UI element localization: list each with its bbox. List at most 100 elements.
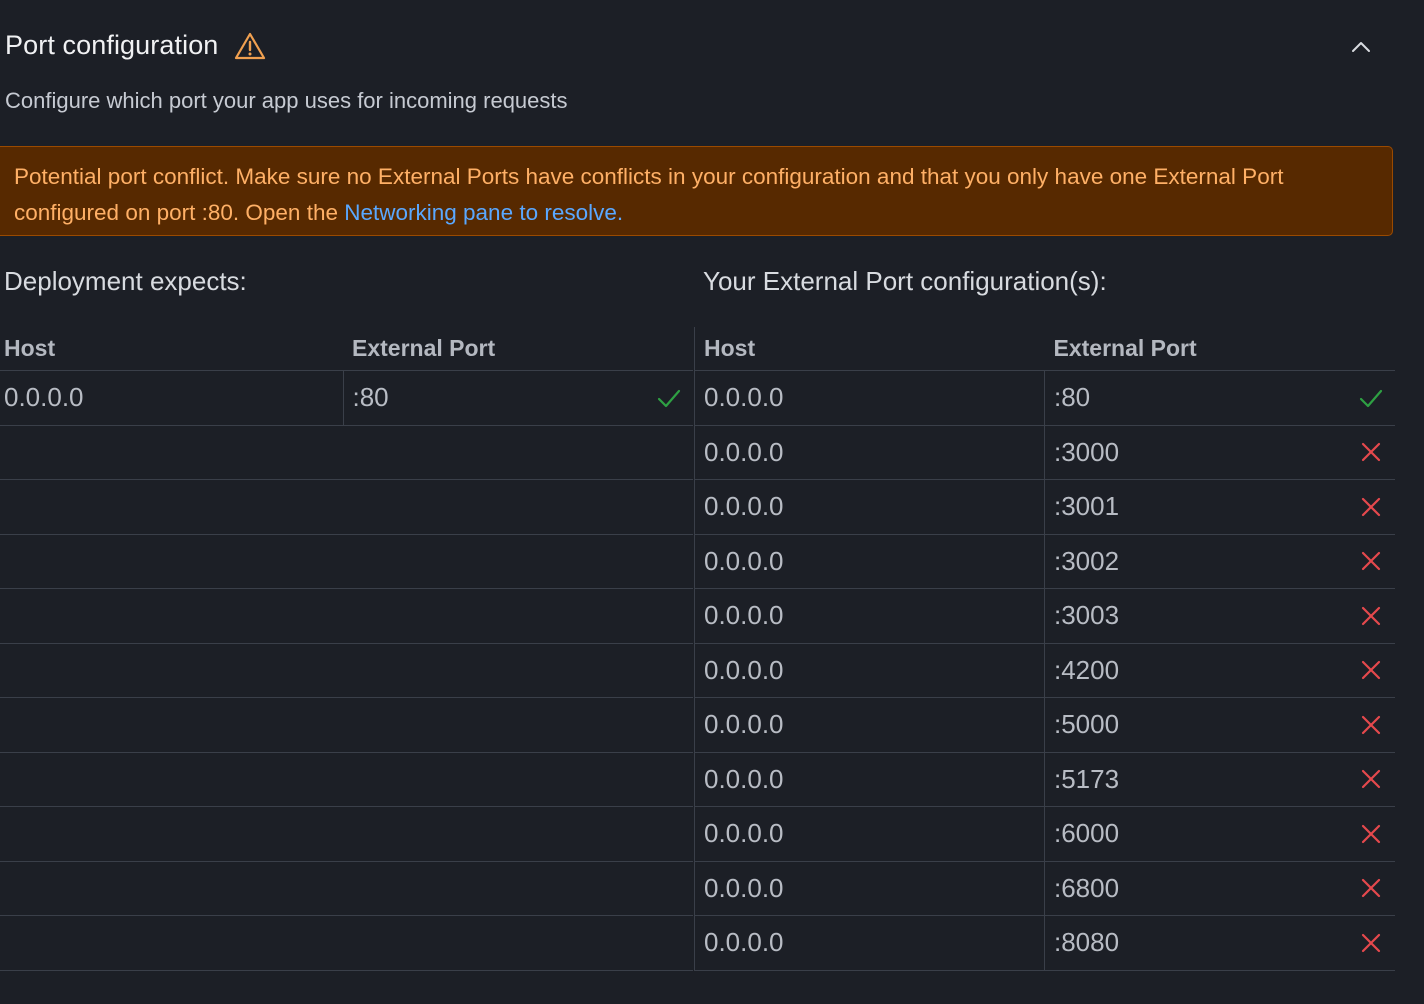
table-row: 0.0.0.0 :5000 [694,697,1395,753]
deployment-expects-label: Deployment expects: [4,266,247,296]
external-port-table: Host External Port 0.0.0.0 :80 0.0.0.0 :300… [694,327,1395,971]
host-cell: 0.0.0.0 [694,479,1045,535]
empty-row [0,697,693,753]
external-port-cell: :80 [342,370,693,426]
port-value: :5000 [1054,709,1120,740]
conflict-x-icon [1359,822,1383,846]
external-port-cell: :5000 [1044,697,1395,753]
conflict-x-icon [1359,604,1383,628]
conflict-x-icon [1359,931,1383,955]
table-row: 0.0.0.0 :3001 [694,479,1395,535]
warning-triangle-icon [234,31,266,61]
port-conflict-alert: Potential port conflict. Make sure no Ex… [0,146,1393,236]
external-port-cell: :3001 [1044,479,1395,535]
table-row: 0.0.0.0 :3003 [694,588,1395,644]
external-port-cell: :3003 [1044,588,1395,644]
host-column-header: Host [694,327,1045,371]
table-row: 0.0.0.0 :3000 [694,425,1395,480]
conflict-x-icon [1359,495,1383,519]
port-value: :6000 [1054,818,1120,849]
port-value: :80 [1054,382,1091,413]
empty-cell [0,588,693,644]
port-value: :8080 [1054,927,1120,958]
networking-pane-link[interactable]: Networking pane to resolve. [344,200,623,225]
external-port-cell: :80 [1044,370,1395,426]
host-cell: 0.0.0.0 [694,534,1045,589]
external-port-cell: :8080 [1044,915,1395,971]
empty-cell [0,861,693,916]
conflict-x-icon [1359,713,1383,737]
empty-row [0,915,693,971]
external-port-cell: :4200 [1044,643,1395,698]
table-row: 0.0.0.0 :80 [0,370,693,426]
port-value: :5173 [1054,763,1120,794]
conflict-x-icon [1359,876,1383,900]
port-value: :4200 [1054,654,1120,685]
section-title: Port configuration [5,30,219,60]
host-cell: 0.0.0.0 [694,915,1045,971]
host-cell: 0.0.0.0 [694,806,1045,862]
empty-row [0,479,693,535]
empty-cell [0,915,693,971]
host-cell: 0.0.0.0 [694,752,1045,807]
table-row: 0.0.0.0 :5173 [694,752,1395,807]
port-configuration-panel: Port configuration Configure which port … [0,0,1424,1004]
section-subtitle: Configure which port your app uses for i… [5,88,568,113]
host-cell: 0.0.0.0 [694,370,1045,426]
conflict-x-icon [1359,440,1383,464]
empty-cell [0,643,693,698]
empty-row [0,861,693,916]
conflict-x-icon [1359,658,1383,682]
empty-cell [0,697,693,753]
port-value: :3003 [1054,600,1120,631]
external-port-column-header: External Port [343,327,693,371]
table-header-row: Host External Port [694,327,1395,371]
host-cell: 0.0.0.0 [694,861,1045,916]
empty-cell [0,479,693,535]
external-port-cell: :6000 [1044,806,1395,862]
table-row: 0.0.0.0 :80 [694,370,1395,426]
port-value: :80 [352,382,389,413]
external-port-cell: :5173 [1044,752,1395,807]
empty-row [0,643,693,698]
empty-row [0,534,693,589]
conflict-x-icon [1359,549,1383,573]
deployment-expects-table: Host External Port 0.0.0.0 :80 [0,327,693,971]
table-row: 0.0.0.0 :8080 [694,915,1395,971]
host-cell: 0.0.0.0 [694,697,1045,753]
host-cell: 0.0.0.0 [694,425,1045,480]
table-row: 0.0.0.0 :4200 [694,643,1395,698]
empty-row [0,425,693,480]
empty-row [0,806,693,862]
empty-row [0,588,693,644]
port-value: :3001 [1054,491,1120,522]
check-icon [657,386,681,410]
host-cell: 0.0.0.0 [0,370,343,426]
host-cell: 0.0.0.0 [694,588,1045,644]
conflict-x-icon [1359,767,1383,791]
table-row: 0.0.0.0 :3002 [694,534,1395,589]
empty-cell [0,752,693,807]
external-port-cell: :6800 [1044,861,1395,916]
empty-cell [0,806,693,862]
empty-cell [0,425,693,480]
section-header: Port configuration [5,30,266,61]
port-value: :3000 [1054,436,1120,467]
external-config-label: Your External Port configuration(s): [703,266,1107,296]
external-port-column-header: External Port [1044,327,1395,371]
table-row: 0.0.0.0 :6000 [694,806,1395,862]
empty-cell [0,534,693,589]
collapse-section-button[interactable] [1346,34,1376,60]
alert-text: Potential port conflict. Make sure no Ex… [14,164,1284,225]
empty-row [0,752,693,807]
table-row: 0.0.0.0 :6800 [694,861,1395,916]
port-value: :3002 [1054,545,1120,576]
port-value: :6800 [1054,872,1120,903]
external-port-cell: :3002 [1044,534,1395,589]
chevron-up-icon [1352,42,1370,52]
table-header-row: Host External Port [0,327,693,371]
external-port-cell: :3000 [1044,425,1395,480]
check-icon [1359,386,1383,410]
host-column-header: Host [0,327,343,371]
host-cell: 0.0.0.0 [694,643,1045,698]
